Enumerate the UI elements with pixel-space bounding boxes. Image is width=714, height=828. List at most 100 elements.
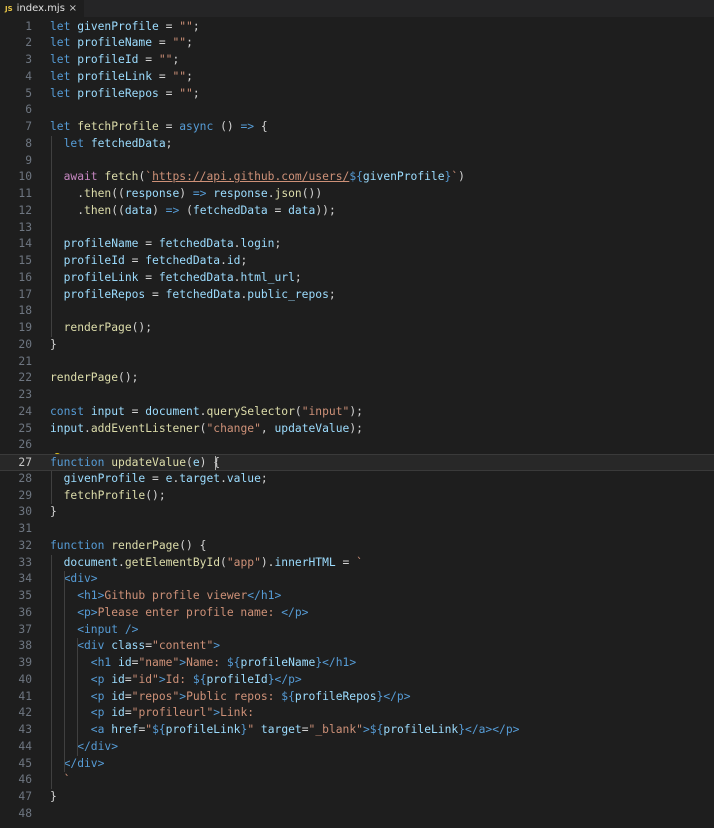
code-line[interactable]: 11 .then((response) => response.json()) xyxy=(0,186,714,203)
close-icon[interactable]: × xyxy=(69,3,77,14)
code-token: </a></p> xyxy=(465,723,520,736)
line-number: 33 xyxy=(18,555,32,569)
code-line[interactable]: 9 xyxy=(0,153,714,170)
code-token: querySelector xyxy=(206,404,295,418)
code-line[interactable]: 29 fetchProfile(); xyxy=(0,488,714,505)
code-token: const xyxy=(50,404,91,418)
code-line[interactable]: 41 <p id="repos">Public repos: ${profile… xyxy=(0,689,714,706)
code-token: "profileurl" xyxy=(131,706,214,720)
code-line[interactable]: 47} xyxy=(0,789,714,806)
code-token: } xyxy=(458,723,466,736)
code-line[interactable]: 46 ` xyxy=(0,772,714,789)
code-token: = xyxy=(124,706,132,720)
code-line[interactable]: 38 <div class="content"> xyxy=(0,638,714,655)
indent-guide xyxy=(51,135,52,337)
line-number: 12 xyxy=(18,203,32,217)
line-number: 45 xyxy=(18,756,32,770)
code-line[interactable]: 43 <a href="${profileLink}" target="_bla… xyxy=(0,722,714,739)
code-line[interactable]: 18 xyxy=(0,303,714,320)
code-line[interactable]: 39 <h1 id="name">Name: ${profileName}</h… xyxy=(0,655,714,672)
code-line[interactable]: 21 xyxy=(0,354,714,371)
code-token: { xyxy=(254,120,268,133)
code-text: await fetch(`https://api.github.com/user… xyxy=(50,169,465,186)
code-line[interactable]: 37 <input /> xyxy=(0,622,714,639)
code-text: </div> xyxy=(50,756,105,773)
code-line[interactable]: 45 </div> xyxy=(0,756,714,773)
code-line[interactable]: 25 input.addEventListener("change", updat… xyxy=(0,421,714,438)
code-line[interactable]: 6 xyxy=(0,102,714,119)
code-token: "change" xyxy=(206,421,261,435)
code-line[interactable]: 22 renderPage(); xyxy=(0,370,714,387)
code-line[interactable]: 12 .then((data) => (fetchedData = data))… xyxy=(0,203,714,220)
code-line[interactable]: 36 <p>Please enter profile name: </p> xyxy=(0,605,714,622)
line-number: 1 xyxy=(25,19,32,33)
code-token: id xyxy=(226,254,241,267)
code-token: https://api.github.com/users/ xyxy=(152,170,350,184)
code-line[interactable]: 33 document.getElementById("app").innerH… xyxy=(0,555,714,572)
code-line[interactable]: 5 let profileRepos = ""; xyxy=(0,86,714,103)
code-line[interactable]: 2 let profileName = ""; xyxy=(0,35,714,52)
code-token: ; xyxy=(192,86,200,100)
line-number: 34 xyxy=(18,572,32,586)
code-line[interactable]: 40 <p id="id">Id: ${profileId}</p> xyxy=(0,672,714,689)
code-token: = xyxy=(138,237,159,251)
line-number: 24 xyxy=(18,404,32,418)
code-token: = xyxy=(267,203,289,217)
code-token: ) xyxy=(152,203,166,217)
code-line[interactable]: 13 xyxy=(0,220,714,237)
code-line[interactable]: 30} xyxy=(0,504,714,521)
code-line[interactable]: 35 <h1>Github profile viewer</h1> xyxy=(0,588,714,605)
code-token: > xyxy=(362,723,370,736)
code-token: let xyxy=(50,19,78,33)
code-line[interactable]: 19 renderPage(); xyxy=(0,320,714,337)
code-line[interactable]: 7 let fetchProfile = async () => { xyxy=(0,119,714,136)
code-line[interactable]: 16 profileLink = fetchedData.html_url; xyxy=(0,270,714,287)
code-line[interactable]: 24 const input = document.querySelector("… xyxy=(0,404,714,421)
code-line[interactable]: 42 <p id="profileurl">Link: xyxy=(0,705,714,722)
code-token: ${ xyxy=(349,170,363,184)
code-line[interactable]: 31 xyxy=(0,521,714,538)
code-line[interactable]: 14 profileName = fetchedData.login; xyxy=(0,236,714,253)
code-line[interactable]: 23 xyxy=(0,387,714,404)
code-token: updateValue xyxy=(111,456,187,469)
code-token: = xyxy=(158,19,180,33)
code-token: ; xyxy=(186,36,193,50)
code-line[interactable]: 34 <div> xyxy=(0,571,714,588)
line-number: 6 xyxy=(25,103,32,117)
indent-guide xyxy=(51,470,52,505)
code-text: function updateValue(e) { xyxy=(50,455,220,472)
line-number: 46 xyxy=(18,773,32,787)
code-line[interactable]: 20} xyxy=(0,337,714,354)
code-line[interactable]: 10 await fetch(`https://api.github.com/u… xyxy=(0,169,714,186)
code-token: ` xyxy=(50,773,71,787)
code-line[interactable]: 15 profileId = fetchedData.id; xyxy=(0,253,714,270)
code-line[interactable]: 28 givenProfile = e.target.value; xyxy=(0,471,714,488)
code-token: "app" xyxy=(226,555,261,569)
code-token: profileLink xyxy=(165,723,241,736)
code-line[interactable]: 27 function updateValue(e) { xyxy=(0,454,714,471)
code-text: } xyxy=(50,789,57,806)
code-line[interactable]: 32 function renderPage() { xyxy=(0,538,714,555)
tab-index-mjs[interactable]: JS index.mjs × xyxy=(0,0,84,17)
code-line[interactable]: 48 xyxy=(0,806,714,823)
code-line[interactable]: 1 let givenProfile = ""; xyxy=(0,19,714,36)
code-line[interactable]: 17 profileRepos = fetchedData.public_rep… xyxy=(0,287,714,304)
line-number: 8 xyxy=(25,136,32,150)
code-token: = xyxy=(124,672,132,686)
code-text: <h1>Github profile viewer</h1> xyxy=(50,588,281,605)
code-line[interactable]: 3 let profileId = ""; xyxy=(0,52,714,69)
code-token: } xyxy=(50,337,57,351)
code-token: . xyxy=(267,187,275,200)
code-token: ) xyxy=(458,170,465,184)
code-token: ; xyxy=(260,471,268,485)
code-line[interactable]: 4 let profileLink = ""; xyxy=(0,69,714,86)
code-text: ` xyxy=(50,772,71,789)
code-text: <h1 id="name">Name: ${profileName}</h1> xyxy=(50,655,356,672)
code-text: let profileName = ""; xyxy=(50,35,193,52)
line-number: 19 xyxy=(18,321,32,334)
code-editor[interactable]: 💡 1let givenProfile = "";2let profileNam… xyxy=(0,17,714,828)
code-line[interactable]: 26 xyxy=(0,437,714,454)
line-number: 5 xyxy=(25,86,32,100)
code-line[interactable]: 44 </div> xyxy=(0,739,714,756)
code-line[interactable]: 8 let fetchedData; xyxy=(0,136,714,153)
